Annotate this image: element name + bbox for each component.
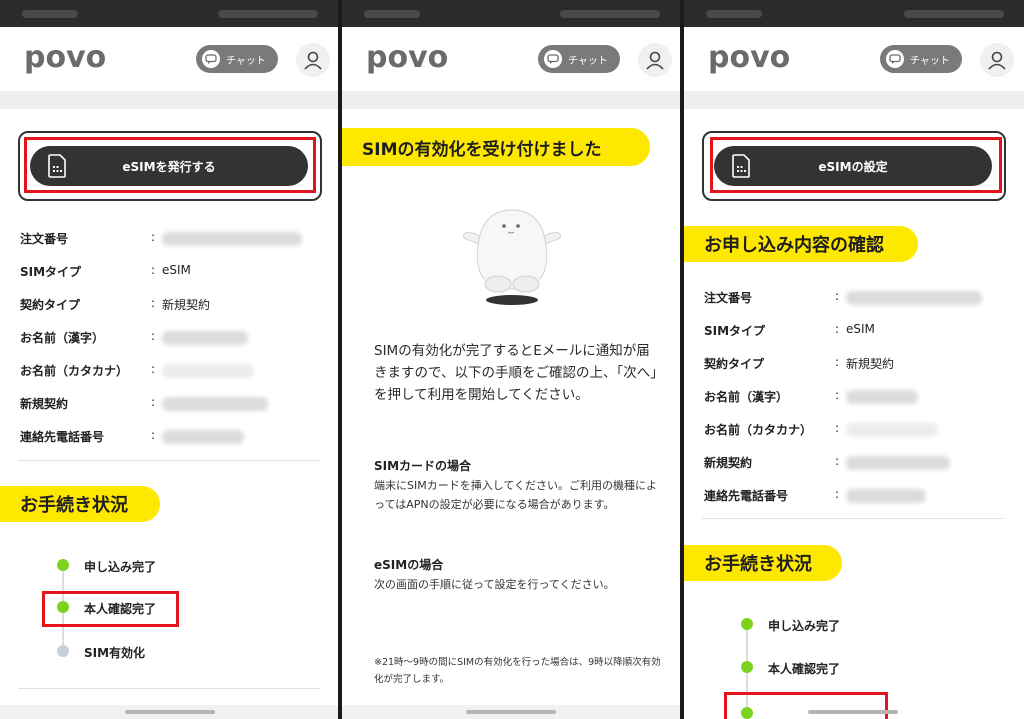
- info-row-order-number: 注文番号:: [20, 230, 320, 252]
- app-header: povo チャット: [684, 27, 1024, 91]
- redacted-value: [846, 423, 938, 437]
- step-done-dot: [741, 661, 753, 673]
- divider: [702, 518, 1004, 519]
- section-title-status: お手続き状況: [0, 486, 160, 522]
- activation-note: ※21時〜9時の間にSIMの有効化を行った場合は、9時以降順次有効化が完了します…: [374, 657, 661, 685]
- divider: [18, 688, 320, 689]
- redacted-value: [846, 489, 926, 503]
- header-separator: [0, 91, 338, 109]
- step-application-complete: 申し込み完了: [84, 560, 157, 574]
- info-row-contract-type: 契約タイプ: 新規契約: [20, 296, 211, 312]
- info-value: 新規契約: [846, 357, 895, 371]
- info-label: お名前（カタカナ）: [704, 423, 813, 437]
- redacted-value: [846, 390, 918, 404]
- info-label: SIMタイプ: [704, 324, 766, 338]
- chat-button[interactable]: チャット: [196, 45, 278, 73]
- info-label: お名前（カタカナ）: [20, 364, 129, 378]
- info-label: 新規契約: [20, 397, 69, 411]
- redacted-value: [162, 232, 302, 246]
- section-title-confirm: お申し込み内容の確認: [684, 226, 918, 262]
- info-row-order-number: 注文番号:: [704, 289, 1004, 311]
- app-header: povo チャット: [0, 27, 338, 91]
- info-row-sim-type: SIMタイプ: eSIM: [20, 263, 191, 279]
- info-row-contract-type: 契約タイプ: 新規契約: [704, 355, 895, 371]
- section-title-status: お手続き状況: [684, 545, 842, 581]
- home-indicator[interactable]: [466, 710, 556, 714]
- info-value: 新規契約: [162, 298, 211, 312]
- info-label: 契約タイプ: [20, 298, 81, 312]
- sim-card-heading: SIMカードの場合: [374, 459, 472, 473]
- chat-button[interactable]: チャット: [538, 45, 620, 73]
- info-row-new-contract: 新規契約:: [704, 454, 1004, 476]
- info-label: 注文番号: [20, 232, 69, 246]
- chat-button-label: チャット: [568, 55, 608, 67]
- screen-esim-issue: povo チャット eSIMを発行する 注文番号: SIMタイプ: eSIM 契…: [0, 0, 338, 719]
- app-header: povo チャット: [342, 27, 680, 91]
- divider: [18, 460, 320, 461]
- redacted-value: [846, 291, 982, 305]
- redacted-value: [846, 456, 950, 470]
- esim-instructions: 次の画面の手順に従って設定を行ってください。: [374, 578, 615, 591]
- chat-button-label: チャット: [226, 55, 266, 67]
- info-row-name-kanji: お名前（漢字）:: [704, 388, 1004, 410]
- povo-logo[interactable]: povo: [24, 40, 106, 75]
- account-icon[interactable]: [296, 43, 330, 77]
- redacted-value: [162, 331, 248, 345]
- redacted-value: [162, 430, 244, 444]
- info-label: 新規契約: [704, 456, 753, 470]
- info-value: eSIM: [846, 322, 875, 336]
- esim-heading: eSIMの場合: [374, 558, 444, 572]
- chat-button[interactable]: チャット: [880, 45, 962, 73]
- chat-button-label: チャット: [910, 55, 950, 67]
- home-indicator[interactable]: [808, 710, 898, 714]
- header-separator: [684, 91, 1024, 109]
- info-row-name-kana: お名前（カタカナ）:: [20, 362, 320, 384]
- header-separator: [342, 91, 680, 109]
- info-label: 契約タイプ: [704, 357, 765, 371]
- home-indicator[interactable]: [125, 710, 215, 714]
- step-done-dot: [741, 618, 753, 630]
- account-icon[interactable]: [980, 43, 1014, 77]
- page-title: SIMの有効化を受け付けました: [342, 128, 650, 166]
- step-done-dot: [57, 559, 69, 571]
- info-row-name-kana: お名前（カタカナ）:: [704, 421, 1004, 443]
- sim-card-instructions: 端末にSIMカードを挿入してください。ご利用の機種によってはAPNの設定が必要に…: [374, 479, 658, 511]
- screen-sim-activation-received: povo チャット SIMの有効化を受け付けました SIMの有効化が完了するとE…: [342, 0, 680, 719]
- info-label: 連絡先電話番号: [704, 489, 789, 503]
- info-label: 注文番号: [704, 291, 753, 305]
- step-pending-dot: [57, 645, 69, 657]
- info-label: SIMタイプ: [20, 265, 82, 279]
- step-sim-activation: SIM有効化: [84, 646, 146, 660]
- chat-icon: [544, 50, 562, 68]
- info-row-name-kanji: お名前（漢字）:: [20, 329, 320, 351]
- info-row-phone: 連絡先電話番号:: [704, 487, 1004, 509]
- highlight-box: [24, 137, 316, 193]
- info-label: 連絡先電話番号: [20, 430, 105, 444]
- povo-logo[interactable]: povo: [366, 40, 448, 75]
- info-row-phone: 連絡先電話番号:: [20, 428, 320, 450]
- highlight-box: [42, 591, 179, 627]
- chat-icon: [886, 50, 904, 68]
- info-label: お名前（漢字）: [20, 331, 105, 345]
- activation-description: SIMの有効化が完了するとEメールに通知が届きますので、以下の手順をご確認の上、…: [374, 343, 657, 403]
- info-row-sim-type: SIMタイプ: eSIM: [704, 322, 875, 338]
- step-application-complete: 申し込み完了: [768, 619, 841, 633]
- status-bar: [0, 0, 338, 27]
- info-row-new-contract: 新規契約:: [20, 395, 320, 417]
- status-bar: [684, 0, 1024, 27]
- status-bar: [342, 0, 680, 27]
- account-icon[interactable]: [638, 43, 672, 77]
- redacted-value: [162, 364, 254, 378]
- redacted-value: [162, 397, 268, 411]
- mascot-illustration: [463, 209, 561, 305]
- info-value: eSIM: [162, 263, 191, 277]
- highlight-box: [724, 692, 888, 719]
- highlight-box: [710, 137, 1002, 193]
- chat-icon: [202, 50, 220, 68]
- info-label: お名前（漢字）: [704, 390, 789, 404]
- step-identity-verified: 本人確認完了: [768, 662, 841, 676]
- screen-esim-setup: povo チャット eSIMの設定 お申し込み内容の確認 注文番号: SIMタイ…: [684, 0, 1024, 719]
- povo-logo[interactable]: povo: [708, 40, 790, 75]
